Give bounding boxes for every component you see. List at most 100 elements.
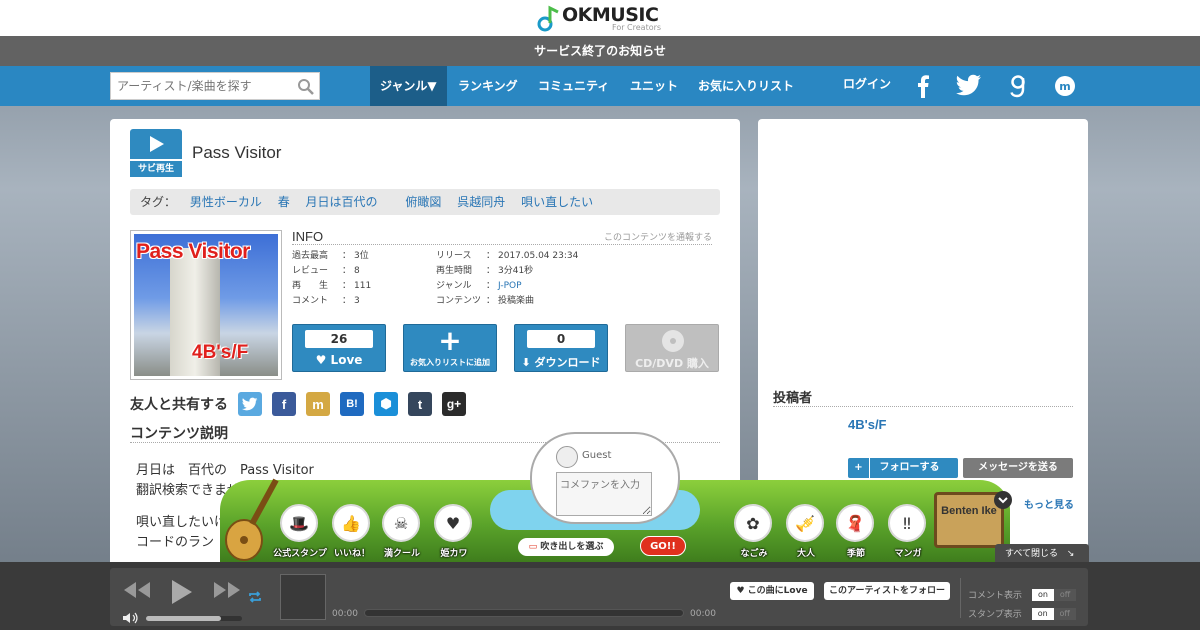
- love-song-button[interactable]: ♥ この曲にLove: [730, 582, 814, 600]
- guest-name: Guest: [582, 450, 612, 461]
- cd-dvd-label: CD/DVD 購入: [635, 357, 709, 370]
- info-key: コメント: [292, 296, 329, 306]
- info-key: 再 生: [292, 281, 329, 291]
- poster-header: 投稿者: [773, 387, 1073, 407]
- music-player: 00:00 00:00 ♥ この曲にLove このアーティストをフォロー コメン…: [0, 562, 1200, 630]
- nav-unit[interactable]: ユニット: [630, 66, 678, 106]
- close-all-button[interactable]: すべて閉じる ↘: [995, 544, 1089, 564]
- info-value: 8: [354, 266, 360, 276]
- stamp-toggle-row: スタンプ表示 on off: [968, 607, 1076, 620]
- nav-ranking[interactable]: ランキング: [458, 66, 518, 106]
- volume-slider[interactable]: [146, 616, 242, 621]
- stamp-toggle-label: スタンプ表示: [968, 610, 1022, 620]
- search-input[interactable]: [111, 73, 291, 99]
- repeat-icon[interactable]: [248, 590, 262, 607]
- jacket-image[interactable]: Pass Visitor 4B's/F: [130, 230, 282, 380]
- track-thumbnail: [280, 574, 326, 620]
- skull-stamp-icon[interactable]: ☠: [382, 504, 420, 542]
- info-value: 投稿楽曲: [498, 296, 535, 306]
- service-end-notice[interactable]: サービス終了のお知らせ: [0, 36, 1200, 66]
- comment-toggle[interactable]: on off: [1032, 588, 1077, 601]
- info-right: リリース： 2017.05.04 23:34 再生時間： 3分41秒 ジャンル： J-…: [436, 249, 578, 309]
- tag-link[interactable]: 唄い直したい: [521, 195, 593, 209]
- trumpet-stamp-icon[interactable]: 🎺: [786, 504, 824, 542]
- rewind-icon[interactable]: [122, 580, 150, 603]
- info-title: INFO: [292, 229, 324, 244]
- poster-name-link[interactable]: 4B's/F: [848, 417, 887, 432]
- search-box: [110, 72, 320, 100]
- sabi-play-button[interactable]: サビ再生: [130, 129, 182, 177]
- official-stamp-icon[interactable]: 🎩: [280, 504, 318, 542]
- hatena-share-icon[interactable]: B!: [340, 392, 364, 416]
- nav-genre[interactable]: ジャンル▼: [370, 66, 447, 106]
- download-label: ダウンロード: [534, 356, 601, 369]
- play-icon: [130, 129, 182, 159]
- logo-text: OKMUSIC: [562, 4, 659, 26]
- google-icon[interactable]: [1008, 74, 1028, 101]
- main-nav: ジャンル▼ ランキング コミュニティ ユニット お気に入りリスト ログイン m: [0, 66, 1200, 106]
- top-bar: OKMUSIC For Creators: [0, 0, 1200, 36]
- stamp-label: 満クール: [383, 549, 420, 559]
- tags-label: タグ：: [140, 195, 177, 209]
- stamp-label: 公式スタンプ: [273, 549, 327, 559]
- favorite-label: お気入りリストに追加: [410, 358, 490, 367]
- download-button[interactable]: 0 ⬇ ダウンロード: [514, 324, 608, 372]
- stamp-label: 季節: [846, 549, 865, 559]
- login-link[interactable]: ログイン: [843, 64, 891, 104]
- twitter-icon[interactable]: [956, 74, 982, 99]
- tag-bar: タグ： 男性ボーカル 春 月日は百代の 俯瞰図 呉越同舟 唄い直したい: [130, 189, 720, 215]
- heart-icon: ♥: [736, 586, 745, 596]
- tag-link[interactable]: 月日は百代の: [306, 195, 378, 209]
- google-plus-share-icon[interactable]: g+: [442, 392, 466, 416]
- stamp-label: なごみ: [740, 549, 768, 559]
- love-label: Love: [330, 353, 363, 367]
- tag-link[interactable]: 呉越同舟: [457, 195, 505, 209]
- info-key: レビュー: [292, 266, 329, 276]
- hexagon-share-icon[interactable]: ⬢: [374, 392, 398, 416]
- like-stamp-icon[interactable]: 👍: [332, 504, 370, 542]
- add-favorite-button[interactable]: + お気入りリストに追加: [403, 324, 497, 372]
- player-controls: 00:00 00:00 ♥ この曲にLove このアーティストをフォロー コメン…: [110, 568, 1088, 626]
- mixi-share-icon[interactable]: m: [306, 392, 330, 416]
- season-stamp-icon[interactable]: 🧣: [836, 504, 874, 542]
- fast-forward-icon[interactable]: [214, 580, 242, 603]
- info-key: 過去最高: [292, 251, 329, 261]
- nagomi-stamp-icon[interactable]: ✿: [734, 504, 772, 542]
- stamp-toggle[interactable]: on off: [1031, 607, 1076, 620]
- tag-link[interactable]: 男性ボーカル: [190, 195, 262, 209]
- nav-favorites[interactable]: お気に入りリスト: [698, 66, 794, 106]
- tumblr-share-icon[interactable]: t: [408, 392, 432, 416]
- comment-bubble: Guest: [530, 432, 680, 524]
- twitter-share-icon[interactable]: [238, 392, 262, 416]
- okmusic-logo[interactable]: OKMUSIC For Creators: [536, 4, 661, 34]
- comment-input[interactable]: [556, 472, 652, 516]
- report-link[interactable]: このコンテンツを通報する: [604, 230, 712, 243]
- follow-artist-button[interactable]: このアーティストをフォロー: [824, 582, 950, 600]
- stamp-label: 姫カワ: [440, 549, 468, 559]
- facebook-icon[interactable]: [914, 74, 932, 101]
- disc-icon: [661, 329, 685, 356]
- info-value: 2017.05.04 23:34: [498, 251, 579, 261]
- info-value: 3位: [354, 251, 369, 261]
- info-value: 3分41秒: [498, 266, 534, 276]
- tag-link[interactable]: 俯瞰図: [405, 195, 441, 209]
- go-button[interactable]: GO!!: [640, 536, 686, 556]
- chevron-down-icon[interactable]: [994, 491, 1012, 509]
- seek-bar[interactable]: [364, 609, 684, 617]
- play-icon[interactable]: [170, 578, 194, 609]
- facebook-share-icon[interactable]: f: [272, 392, 296, 416]
- more-link[interactable]: もっと見る: [1024, 496, 1074, 511]
- heart-stamp-icon[interactable]: ♥: [434, 504, 472, 542]
- pick-bubble-button[interactable]: ▭ 吹き出しを選ぶ: [518, 538, 614, 556]
- tag-link[interactable]: 春: [278, 195, 290, 209]
- genre-link[interactable]: J-POP: [498, 279, 522, 294]
- search-icon[interactable]: [297, 78, 315, 99]
- love-button[interactable]: 26 ♥ Love: [292, 324, 386, 372]
- nav-community[interactable]: コミュニティ: [538, 66, 609, 106]
- jacket-title: Pass Visitor: [136, 240, 250, 263]
- manga-stamp-icon[interactable]: ‼: [888, 504, 926, 542]
- cd-dvd-button[interactable]: CD/DVD 購入: [625, 324, 719, 372]
- volume-icon[interactable]: [122, 612, 140, 627]
- comment-toggle-row: コメント表示 on off: [968, 588, 1077, 601]
- mixi-icon[interactable]: m: [1054, 75, 1076, 100]
